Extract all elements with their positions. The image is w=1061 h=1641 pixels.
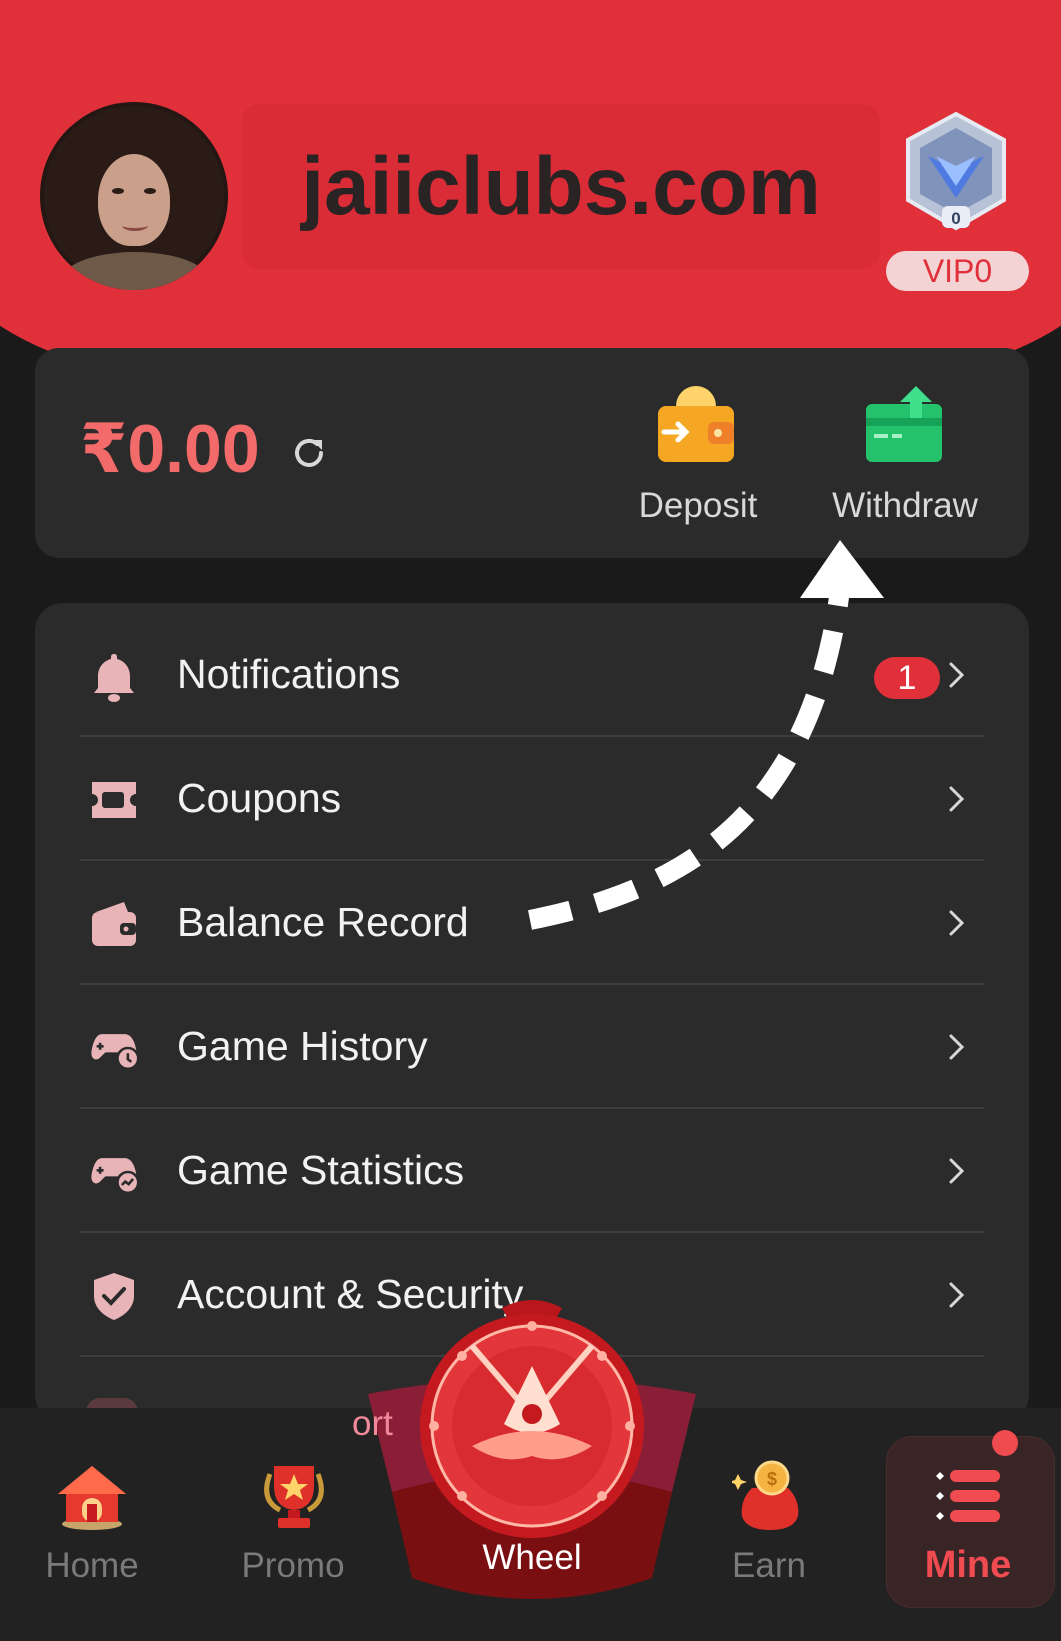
- menu-item-label: Coupons: [177, 775, 342, 821]
- partial-menu-label: ort: [352, 1404, 393, 1443]
- withdraw-button[interactable]: Withdraw: [818, 486, 992, 526]
- chevron-right-icon: [949, 1158, 965, 1184]
- shield-check-icon: [94, 1273, 134, 1320]
- home-icon[interactable]: [54, 1460, 130, 1532]
- mine-notification-dot: [992, 1430, 1018, 1456]
- avatar-eye: [144, 188, 156, 194]
- avatar-eye: [112, 188, 124, 194]
- menu-item-label: Game History: [177, 1023, 428, 1069]
- coupon-icon: [92, 782, 136, 818]
- chevron-right-icon: [949, 786, 965, 812]
- chevron-right-icon: [949, 910, 965, 936]
- wallet-icon: [92, 902, 136, 946]
- nav-wheel-label[interactable]: Wheel: [452, 1538, 612, 1578]
- nav-earn-label[interactable]: Earn: [694, 1546, 844, 1586]
- chevron-right-icon: [949, 1282, 965, 1308]
- vip-badge-number: 0: [951, 209, 960, 228]
- vip-badge-icon[interactable]: 0: [900, 110, 1012, 234]
- chevron-right-icon: [949, 662, 965, 688]
- menu-item-game-statistics[interactable]: Game Statistics: [80, 1109, 984, 1233]
- withdraw-icon[interactable]: [864, 382, 944, 464]
- deposit-icon[interactable]: [656, 384, 736, 464]
- nav-promo-label[interactable]: Promo: [218, 1546, 368, 1586]
- money-bag-icon[interactable]: $: [732, 1460, 808, 1532]
- vip-level-pill[interactable]: VIP0: [886, 251, 1029, 291]
- bell-icon: [94, 654, 134, 702]
- avatar-face: [98, 154, 170, 246]
- nav-home-label[interactable]: Home: [17, 1546, 167, 1586]
- refresh-icon[interactable]: [290, 434, 328, 472]
- site-name: jaiiclubs.com: [301, 141, 821, 232]
- gamepad-chart-icon: [91, 1158, 140, 1195]
- menu-item-game-history[interactable]: Game History: [80, 985, 984, 1109]
- nav-mine-label[interactable]: Mine: [893, 1544, 1043, 1587]
- balance-amount: ₹0.00: [80, 411, 260, 487]
- menu-item-label: Balance Record: [177, 899, 469, 945]
- avatar-body: [60, 252, 210, 290]
- gamepad-clock-icon: [91, 1034, 140, 1071]
- wheel-icon[interactable]: [412, 1296, 652, 1541]
- trophy-icon[interactable]: [256, 1460, 332, 1532]
- chevron-right-icon: [949, 1034, 965, 1060]
- avatar-mouth: [122, 220, 148, 231]
- dashed-arrow-annotation: [528, 540, 884, 930]
- menu-item-label: Notifications: [177, 651, 401, 697]
- deposit-button[interactable]: Deposit: [630, 486, 766, 526]
- svg-text:$: $: [767, 1469, 777, 1489]
- menu-list-icon[interactable]: [932, 1462, 1008, 1534]
- menu-item-label: Game Statistics: [177, 1147, 465, 1193]
- avatar[interactable]: [40, 102, 228, 290]
